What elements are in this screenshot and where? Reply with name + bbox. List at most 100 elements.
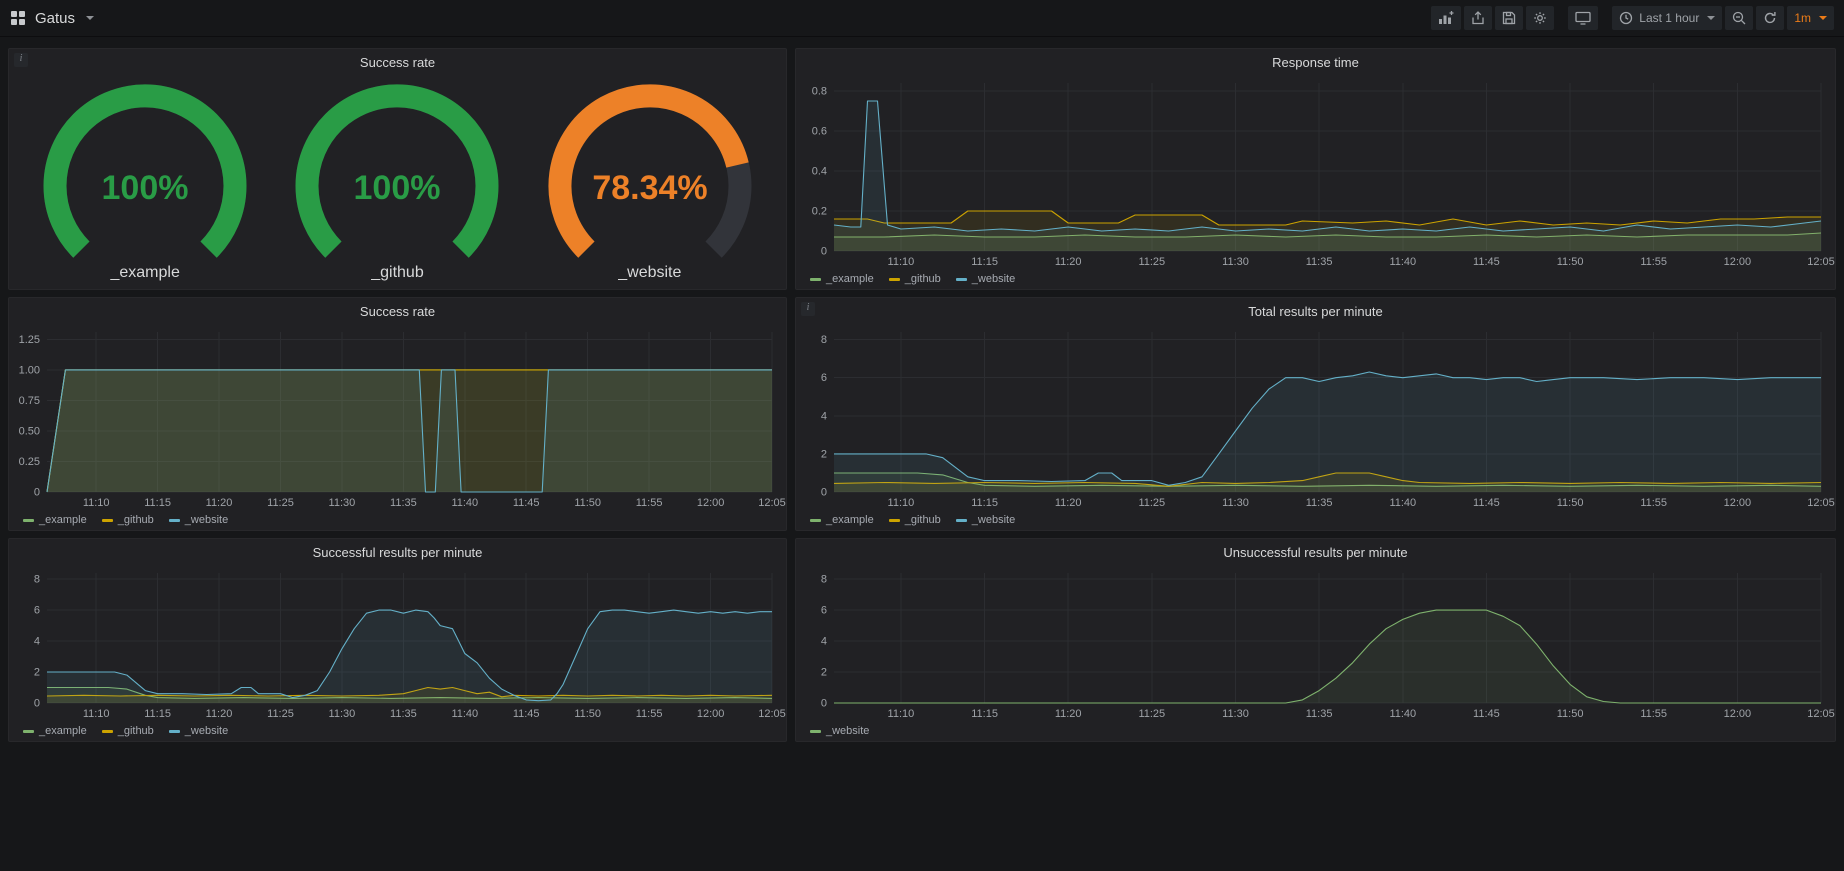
svg-text:0.75: 0.75 [19,395,40,407]
legend-item-website[interactable]: _website [810,725,869,737]
svg-text:11:20: 11:20 [206,708,233,720]
legend-item-website[interactable]: _website [956,273,1015,285]
legend-item-github[interactable]: _github [889,514,941,526]
series-color-marker [169,730,180,733]
chart-canvas[interactable]: 0246811:1011:1511:2011:2511:3011:3511:40… [796,565,1835,721]
legend-item-example[interactable]: _example [810,514,874,526]
legend-item-example[interactable]: _example [23,725,87,737]
svg-text:12:00: 12:00 [1724,497,1752,509]
legend-item-example[interactable]: _example [810,273,874,285]
refresh-icon [1763,11,1777,25]
svg-text:4: 4 [34,636,40,648]
add-panel-button[interactable] [1431,6,1461,30]
unsuccessful-results-chart[interactable]: 0246811:1011:1511:2011:2511:3011:3511:40… [796,565,1835,721]
svg-text:12:00: 12:00 [1724,256,1752,268]
svg-text:11:15: 11:15 [971,256,998,268]
svg-text:6: 6 [821,605,827,617]
panel-title[interactable]: Successful results per minute [313,545,483,560]
panel-success-rate-gauges: i Success rate 100%_example100%_github78… [8,48,787,290]
series-color-marker [810,278,821,281]
refresh-button[interactable] [1756,6,1784,30]
svg-text:11:55: 11:55 [636,497,663,509]
svg-text:0: 0 [821,487,827,499]
dashboard-row: i Success rate 100%_example 100% _github 78… [8,48,1836,290]
dashboard-row: Success rate 00.250.500.751.001.2511:101… [8,297,1836,531]
svg-text:2: 2 [821,667,827,679]
svg-text:11:10: 11:10 [888,708,915,720]
legend-label: _github [905,273,941,285]
dashboard-grid: i Success rate 100%_example 100% _github 78… [0,36,1844,742]
cycle-view-button[interactable] [1568,6,1598,30]
series-color-marker [169,519,180,522]
svg-text:11:55: 11:55 [1640,497,1667,509]
gauge-value: 100% [354,169,441,207]
chart-legend: _example _github _website [796,269,1835,289]
chart-canvas[interactable]: 00.250.500.751.001.2511:1011:1511:2011:2… [9,324,786,510]
chart-canvas[interactable]: 00.20.40.60.811:1011:1511:2011:2511:3011… [796,75,1835,269]
panel-title[interactable]: Success rate [360,304,435,319]
zoom-out-button[interactable] [1725,6,1753,30]
panel-title[interactable]: Response time [1272,55,1359,70]
time-range-button[interactable]: Last 1 hour [1612,6,1722,30]
svg-text:4: 4 [821,636,827,648]
svg-text:11:40: 11:40 [451,497,478,509]
svg-text:11:50: 11:50 [1557,256,1584,268]
legend-label: _website [972,273,1015,285]
legend-item-github[interactable]: _github [889,273,941,285]
legend-item-example[interactable]: _example [23,514,87,526]
panel-title[interactable]: Success rate [360,55,435,70]
svg-text:11:20: 11:20 [1055,256,1082,268]
series-color-marker [810,519,821,522]
svg-text:11:25: 11:25 [1138,497,1165,509]
svg-text:11:40: 11:40 [1389,708,1416,720]
svg-text:11:55: 11:55 [1640,708,1667,720]
legend-item-github[interactable]: _github [102,514,154,526]
chart-canvas[interactable]: 0246811:1011:1511:2011:2511:3011:3511:40… [796,324,1835,510]
panel-header: Unsuccessful results per minute [796,539,1835,565]
dashboard-title[interactable]: Gatus [35,10,75,27]
info-icon[interactable]: i [801,302,815,316]
svg-text:8: 8 [821,574,827,586]
legend-label: _github [118,725,154,737]
success-rate-chart[interactable]: 00.250.500.751.001.2511:1011:1511:2011:2… [9,324,786,510]
response-time-chart[interactable]: 00.20.40.60.811:1011:1511:2011:2511:3011… [796,75,1835,269]
svg-text:12:00: 12:00 [1724,708,1752,720]
svg-text:0.6: 0.6 [812,126,827,138]
successful-results-chart[interactable]: 0246811:1011:1511:2011:2511:3011:3511:40… [9,565,786,721]
share-button[interactable] [1464,6,1492,30]
chart-canvas[interactable]: 0246811:1011:1511:2011:2511:3011:3511:40… [9,565,786,721]
gauge-arc: 78.34% [530,78,770,264]
legend-item-website[interactable]: _website [169,514,228,526]
info-icon[interactable]: i [14,53,28,67]
legend-item-github[interactable]: _github [102,725,154,737]
gear-icon [1533,11,1547,25]
svg-text:11:30: 11:30 [329,497,356,509]
svg-text:11:20: 11:20 [206,497,233,509]
zoom-out-icon [1732,11,1746,25]
legend-label: _example [826,514,874,526]
svg-text:11:10: 11:10 [83,497,110,509]
panel-title[interactable]: Unsuccessful results per minute [1223,545,1407,560]
gauge-example: 100%_example [25,78,265,282]
legend-item-website[interactable]: _website [956,514,1015,526]
svg-text:8: 8 [34,574,40,586]
svg-text:0.4: 0.4 [812,166,827,178]
series-color-marker [102,519,113,522]
caret-down-icon[interactable] [86,16,94,20]
share-icon [1471,11,1485,25]
breadcrumb: Gatus [10,10,94,27]
svg-text:11:30: 11:30 [329,708,356,720]
total-results-chart[interactable]: 0246811:1011:1511:2011:2511:3011:3511:40… [796,324,1835,510]
save-button[interactable] [1495,6,1523,30]
svg-text:0.25: 0.25 [19,456,40,468]
dashboards-grid-icon[interactable] [10,10,26,26]
svg-text:12:05: 12:05 [1807,497,1835,509]
refresh-interval-button[interactable]: 1m [1787,6,1834,30]
refresh-interval-label: 1m [1794,11,1811,25]
legend-item-website[interactable]: _website [169,725,228,737]
panel-title[interactable]: Total results per minute [1248,304,1382,319]
svg-text:6: 6 [821,372,827,384]
time-range-label: Last 1 hour [1639,11,1699,25]
settings-button[interactable] [1526,6,1554,30]
panel-response-time: Response time 00.20.40.60.811:1011:1511:… [795,48,1836,290]
